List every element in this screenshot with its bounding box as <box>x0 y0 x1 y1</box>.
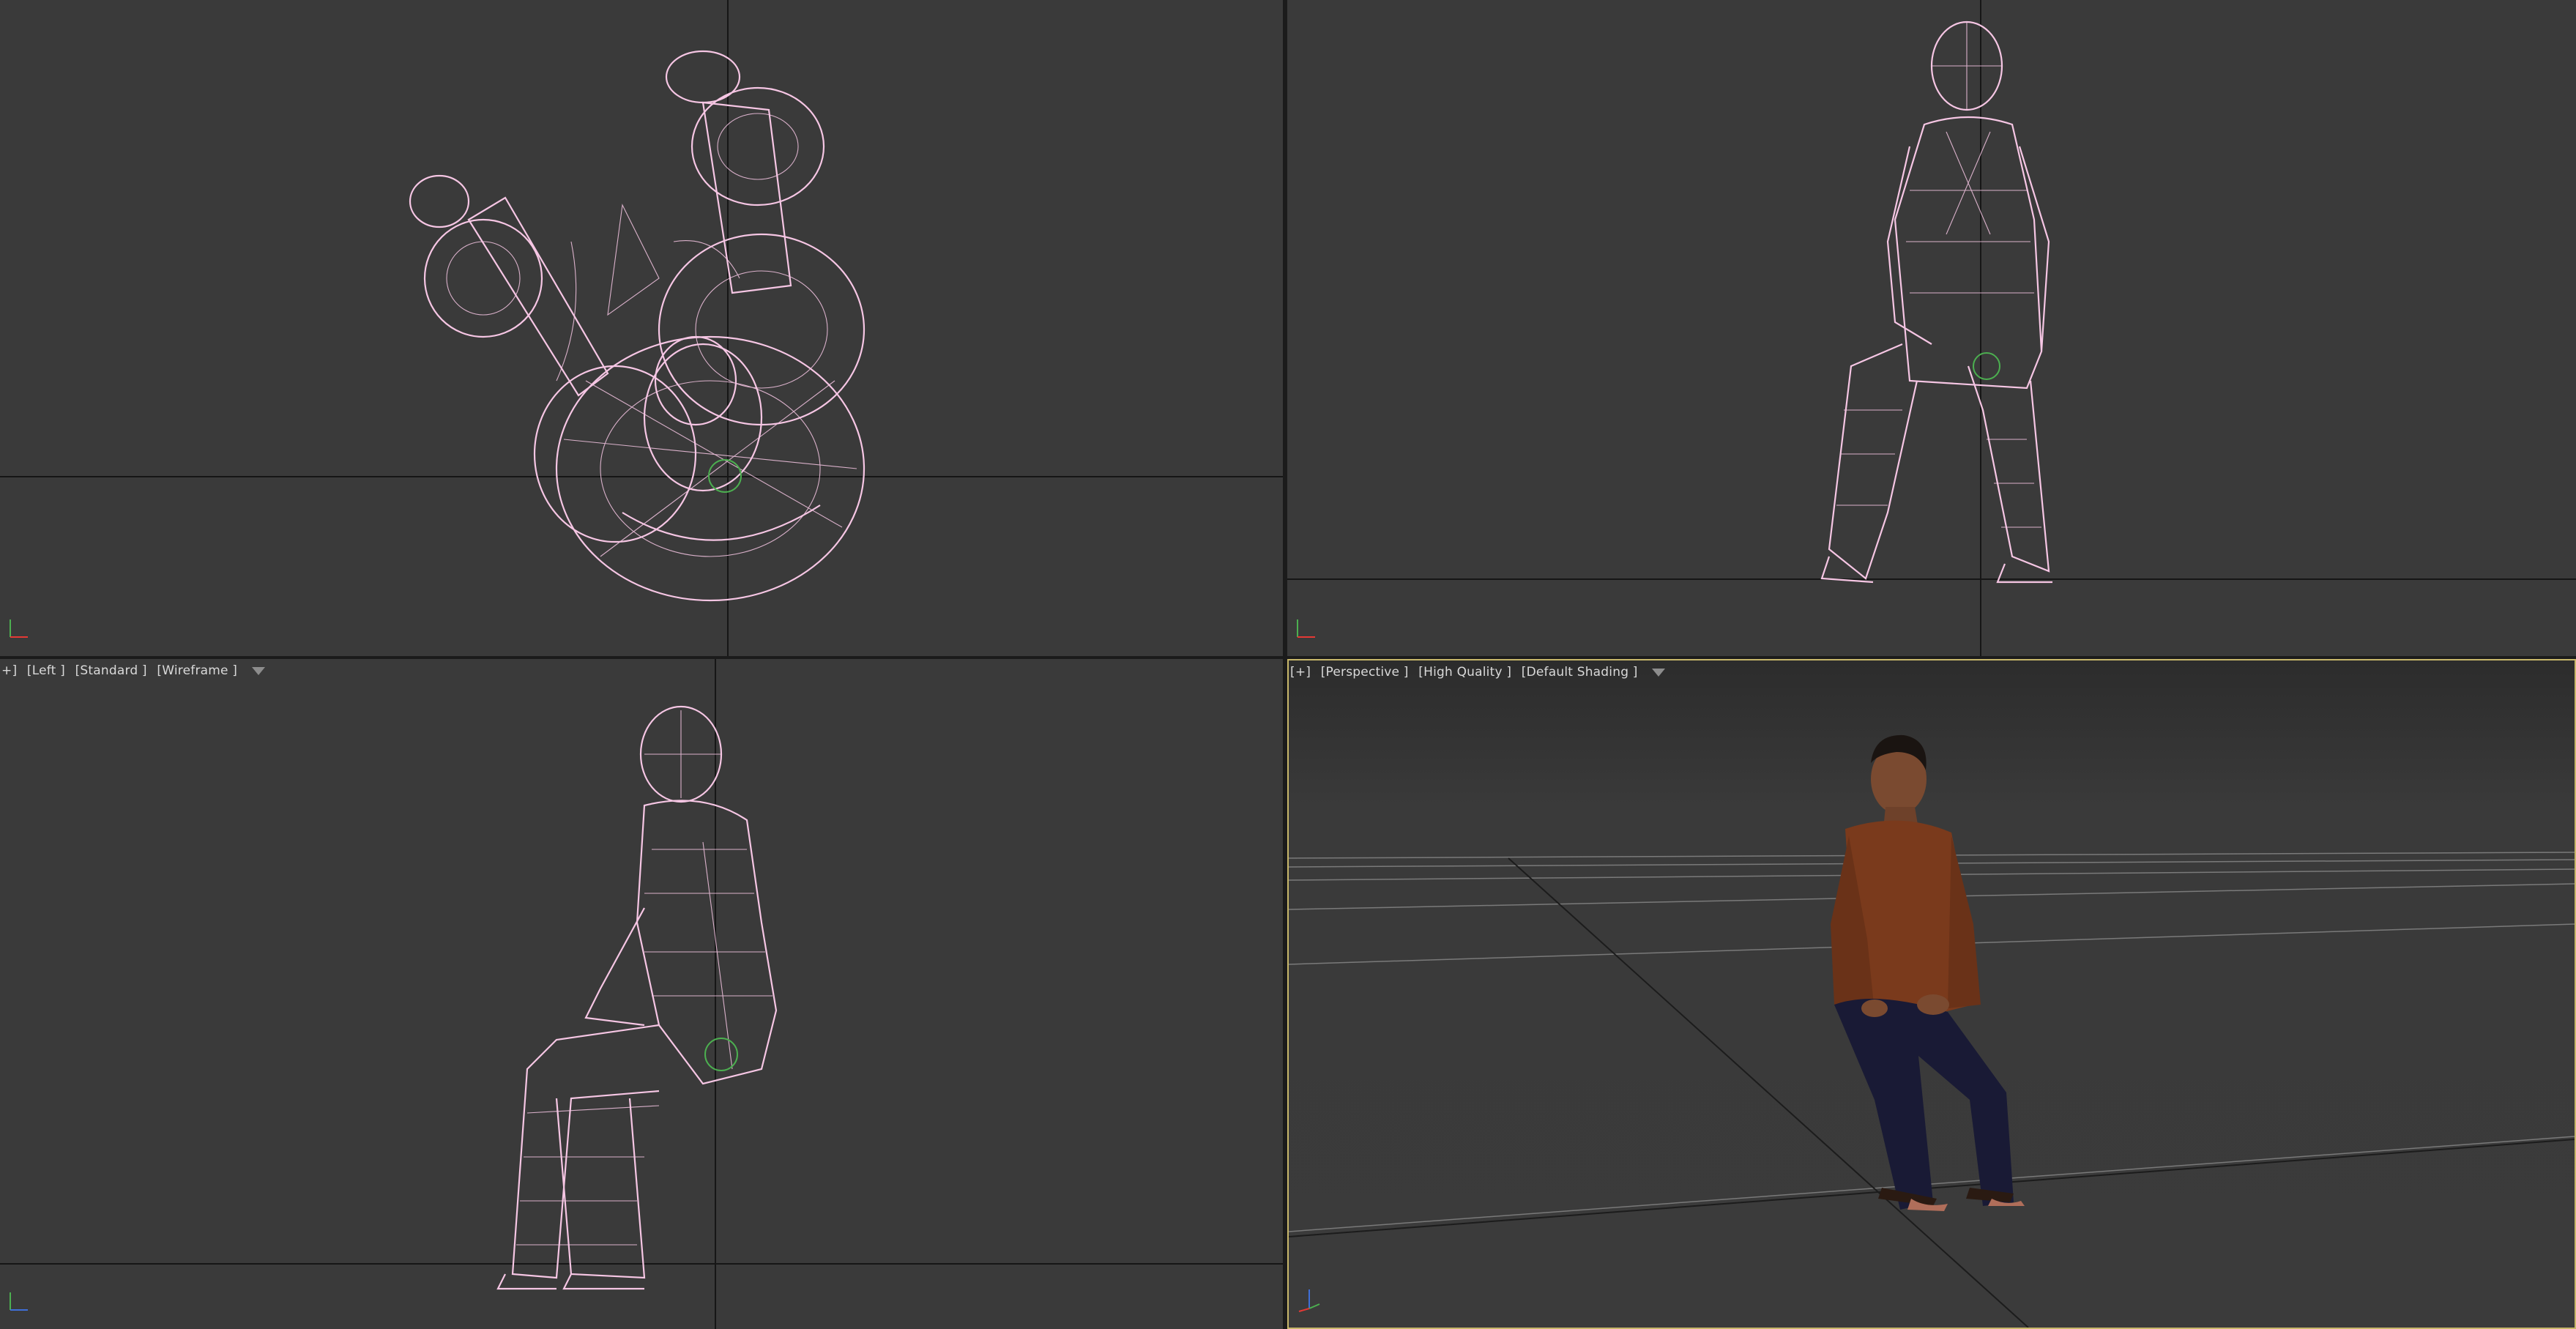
axis-gizmo-icon <box>1297 619 1315 638</box>
viewport-top[interactable] <box>0 0 1283 656</box>
filter-icon[interactable] <box>1652 668 1666 677</box>
axis-gizmo-icon <box>10 1292 28 1311</box>
viewport-shading-label[interactable]: [Wireframe ] <box>157 663 237 678</box>
axis-gizmo-icon <box>10 619 28 638</box>
viewport-perspective[interactable]: [+] [Perspective ] [High Quality ] [Defa… <box>1287 659 2576 1329</box>
viewport-view-label[interactable]: [Perspective ] <box>1321 665 1409 680</box>
wireframe-figure-left[interactable] <box>0 659 1283 1329</box>
viewport-front[interactable] <box>1287 0 2576 656</box>
filter-icon[interactable] <box>251 666 265 675</box>
wireframe-figure-top[interactable] <box>0 0 1283 656</box>
viewport-label[interactable]: [+] [Perspective ] [High Quality ] [Defa… <box>1290 665 1671 680</box>
shaded-character[interactable] <box>1289 660 2575 1328</box>
viewport-view-label[interactable]: [Left ] <box>27 663 65 678</box>
axis-gizmo-icon <box>1298 1289 1320 1312</box>
viewport-quality-label[interactable]: [Standard ] <box>75 663 147 678</box>
viewport-left[interactable]: +] [Left ] [Standard ] [Wireframe ] <box>0 659 1283 1329</box>
viewport-menu-plus[interactable]: [+] <box>1290 665 1311 680</box>
viewport-quality-label[interactable]: [High Quality ] <box>1418 665 1511 680</box>
viewport-label[interactable]: +] [Left ] [Standard ] [Wireframe ] <box>1 663 271 678</box>
viewport-menu-plus[interactable]: +] <box>1 663 17 678</box>
wireframe-figure-front[interactable] <box>1287 0 2576 656</box>
viewport-shading-label[interactable]: [Default Shading ] <box>1522 665 1638 680</box>
